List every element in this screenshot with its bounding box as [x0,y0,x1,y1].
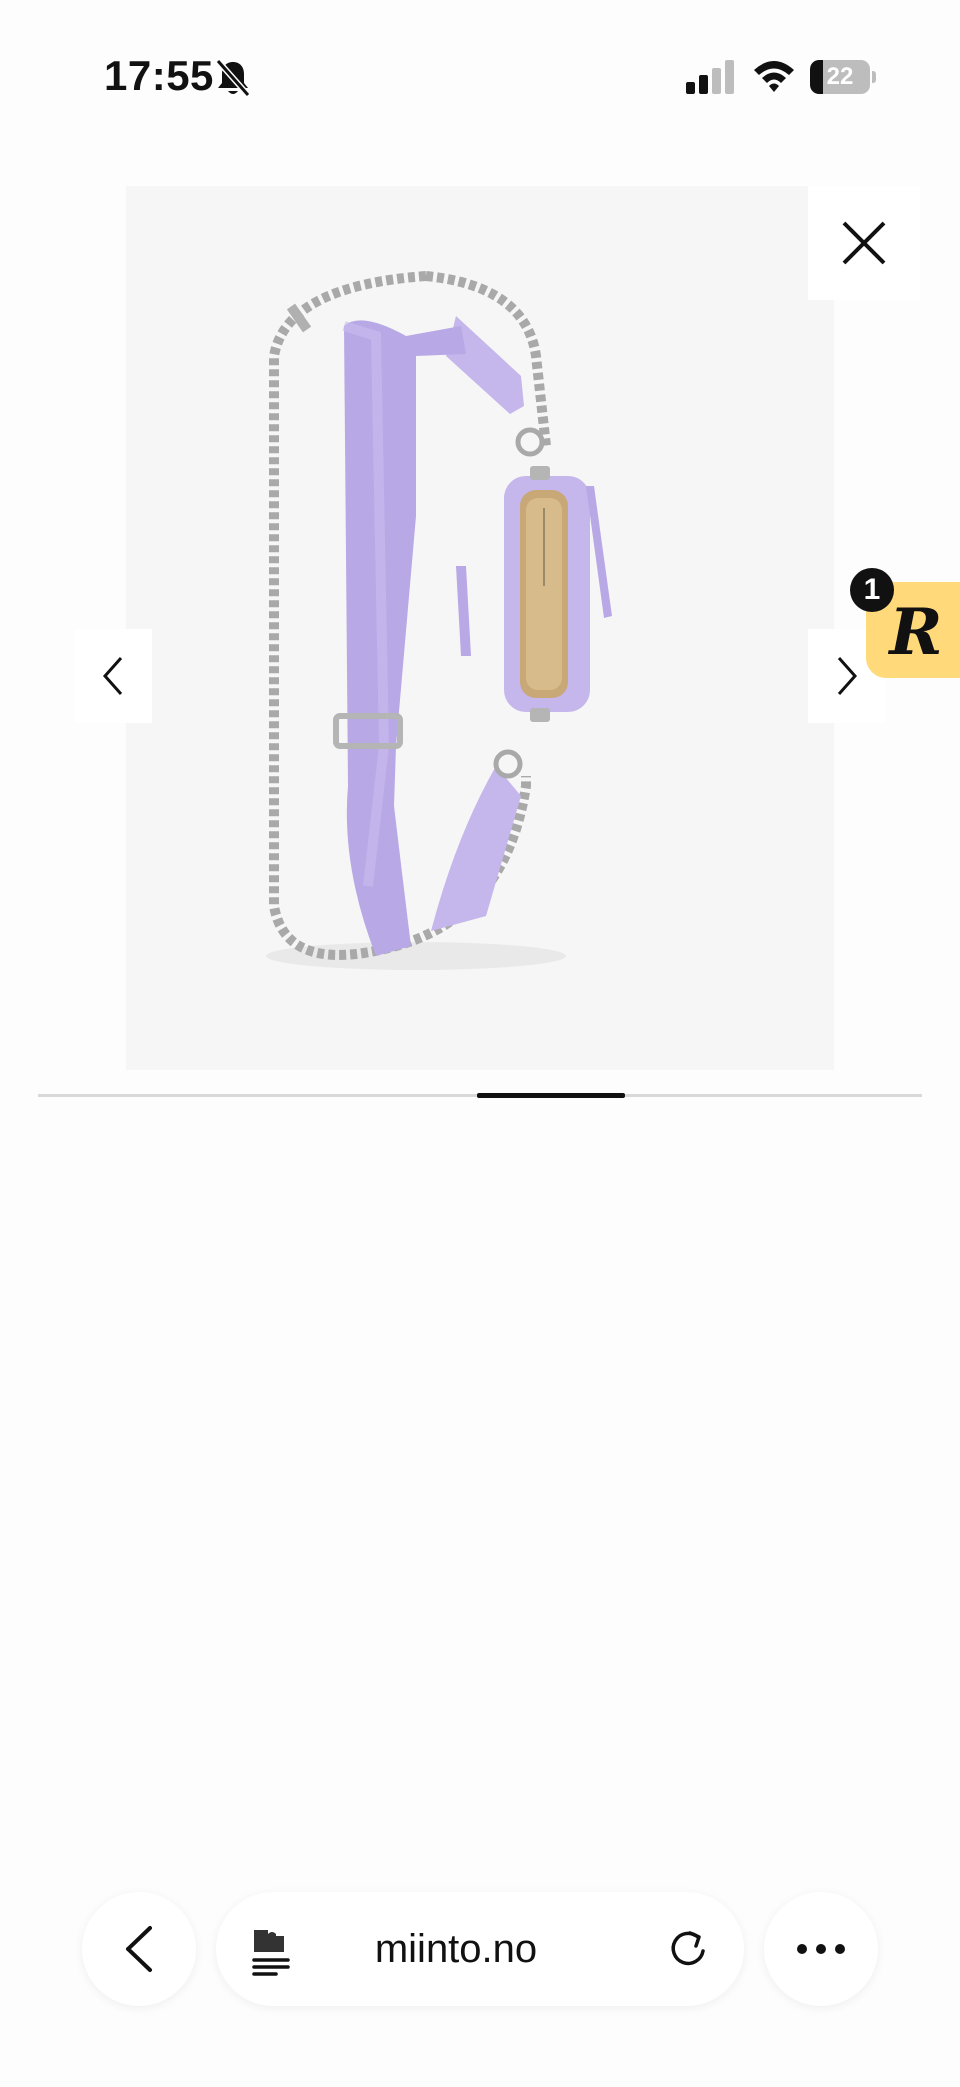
rewards-logo: R [889,594,943,670]
battery-indicator: 22 [810,60,876,94]
status-bar: 17:55 22 [0,0,960,150]
chevron-left-icon [126,1926,152,1972]
reload-icon[interactable] [668,1929,708,1969]
bell-slash-icon [215,59,251,97]
chevron-left-icon [102,657,123,695]
product-gallery: R 1 [0,150,960,1100]
previous-image-button[interactable] [74,629,152,723]
screen: 17:55 22 R 1 miinto.no [0,0,960,2087]
ellipsis-icon [797,1944,845,1954]
battery-level: 22 [826,63,854,90]
chevron-right-icon [837,657,858,695]
product-image[interactable] [126,186,834,1070]
close-icon [842,221,886,265]
page-menu-icon[interactable] [250,1928,292,1976]
more-options-button[interactable] [764,1892,878,2006]
battery-cap [872,71,876,83]
rewards-count-badge: 1 [850,568,894,612]
gallery-progress-indicator [477,1093,625,1098]
browser-toolbar: miinto.no [0,1880,960,2030]
address-text[interactable]: miinto.no [306,1892,606,2006]
cellular-signal-icon [686,60,734,94]
status-time: 17:55 [104,52,214,99]
close-button[interactable] [808,186,920,300]
back-button[interactable] [82,1892,196,2006]
battery-body: 22 [810,60,870,94]
wifi-icon [754,61,794,92]
address-bar[interactable]: miinto.no [216,1892,744,2006]
crossbody-bag-photo [266,271,612,970]
